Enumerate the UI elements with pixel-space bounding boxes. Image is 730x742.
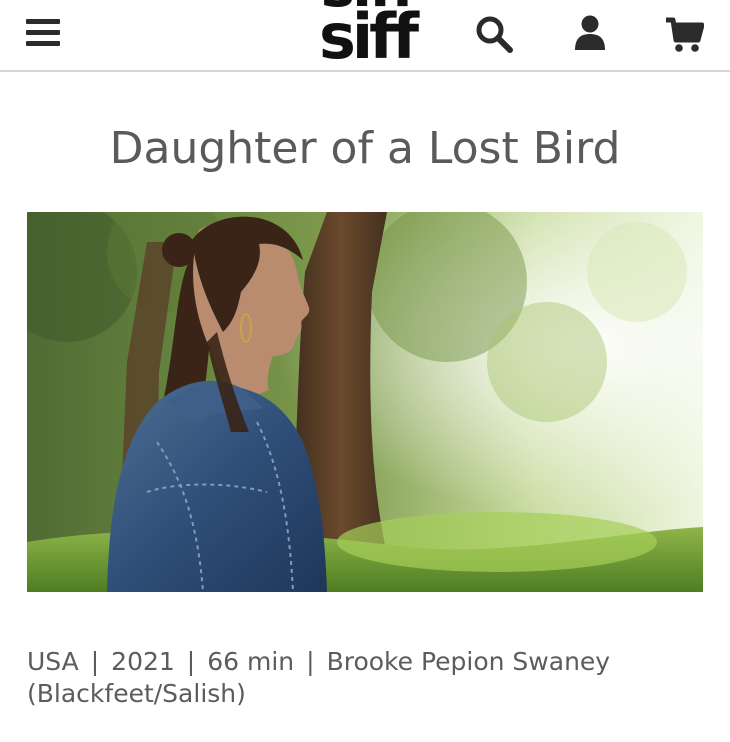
cart-icon[interactable] <box>664 14 705 54</box>
menu-bar <box>26 41 60 46</box>
film-runtime: 66 min <box>207 647 295 676</box>
site-header: siff siff <box>0 0 730 72</box>
meta-separator: | <box>186 647 196 676</box>
account-icon[interactable] <box>570 14 610 54</box>
film-director-affiliation: (Blackfeet/Salish) <box>27 679 246 708</box>
menu-bar <box>26 19 60 24</box>
film-meta: USA | 2021 | 66 min | Brooke Pepion Swaney (Bl… <box>27 646 707 710</box>
menu-icon[interactable] <box>26 18 60 48</box>
film-title: Daughter of a Lost Bird <box>109 123 621 174</box>
search-icon[interactable] <box>474 14 514 54</box>
meta-separator: | <box>306 647 315 676</box>
film-year: 2021 <box>111 647 175 676</box>
menu-bar <box>26 30 60 35</box>
siff-logo[interactable]: siff siff <box>292 0 442 72</box>
film-director: Brooke Pepion Swaney <box>326 647 611 676</box>
meta-separator: | <box>90 647 100 676</box>
film-still-image <box>27 212 703 592</box>
film-country: USA <box>27 647 79 676</box>
logo-bottom-text: siff <box>318 0 419 72</box>
